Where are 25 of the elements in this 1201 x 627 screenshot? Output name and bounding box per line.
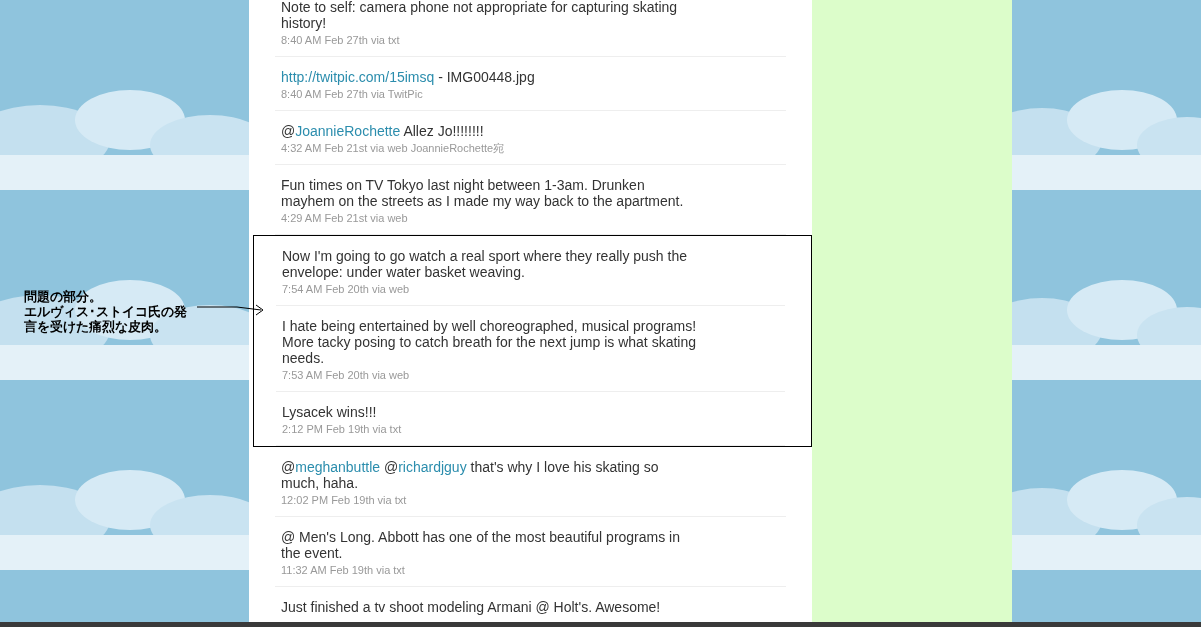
tweet-meta: 8:40 AM Feb 27th via TwitPic bbox=[281, 88, 424, 101]
tweet-text: @JoannieRochette Allez Jo!!!!!!!! bbox=[281, 123, 485, 139]
tweet-meta: 8:40 AM Feb 27th via txt bbox=[281, 34, 401, 47]
tweet-meta: 4:32 AM Feb 21st via web JoannieRochette宛 bbox=[281, 142, 506, 155]
tweet-link[interactable]: meghanbuttle bbox=[295, 459, 381, 475]
tweet-text: Lysacek wins!!! bbox=[282, 404, 378, 420]
tweet-meta: 12:02 PM Feb 19th via txt bbox=[281, 494, 408, 507]
tweet-text: Just finished a tv shoot modeling Armani @ Holt's. Awesome! bbox=[281, 599, 662, 615]
tweet-link[interactable]: JoannieRochette bbox=[295, 123, 401, 139]
tweet-meta: 11:32 AM Feb 19th via txt bbox=[281, 564, 406, 577]
tweet-text: I hate being entertained by well choreographed, musical programs! More tacky posing to catch breath for the next jump is what skating needs. bbox=[282, 318, 698, 366]
tweet-meta: 7:54 AM Feb 20th via web bbox=[282, 283, 411, 296]
tweet-text: http://twitpic.com/15imsq - IMG00448.jpg bbox=[281, 69, 536, 85]
tweet-meta: 4:29 AM Feb 21st via web bbox=[281, 212, 409, 225]
annotation-text: エルヴィス･ストイコ氏の発言を受けた痛烈な皮肉。 bbox=[24, 304, 188, 334]
tweet-link[interactable]: http://twitpic.com/15imsq bbox=[281, 69, 435, 85]
tweet-text: @ Men's Long. Abbott has one of the most beautiful programs in the event. bbox=[281, 529, 681, 561]
annotation-text: 問題の部分。 bbox=[24, 289, 103, 304]
tweet-text: Note to self: camera phone not appropriate for capturing skating history! bbox=[281, 0, 679, 31]
tweet-text: Fun times on TV Tokyo last night between 1-3am. Drunken mayhem on the streets as I made my way back to the apartment. bbox=[281, 177, 685, 209]
tweet-meta: 2:12 PM Feb 19th via txt bbox=[282, 423, 403, 436]
tweet-text: @meghanbuttle @richardjguy that's why I love his skating so much, haha. bbox=[281, 459, 660, 491]
tweet-text: Now I'm going to go watch a real sport where they really push the envelope: under water basket weaving. bbox=[282, 248, 688, 280]
tweet-link[interactable]: richardjguy bbox=[398, 459, 467, 475]
tweet-meta: 7:53 AM Feb 20th via web bbox=[282, 369, 411, 382]
